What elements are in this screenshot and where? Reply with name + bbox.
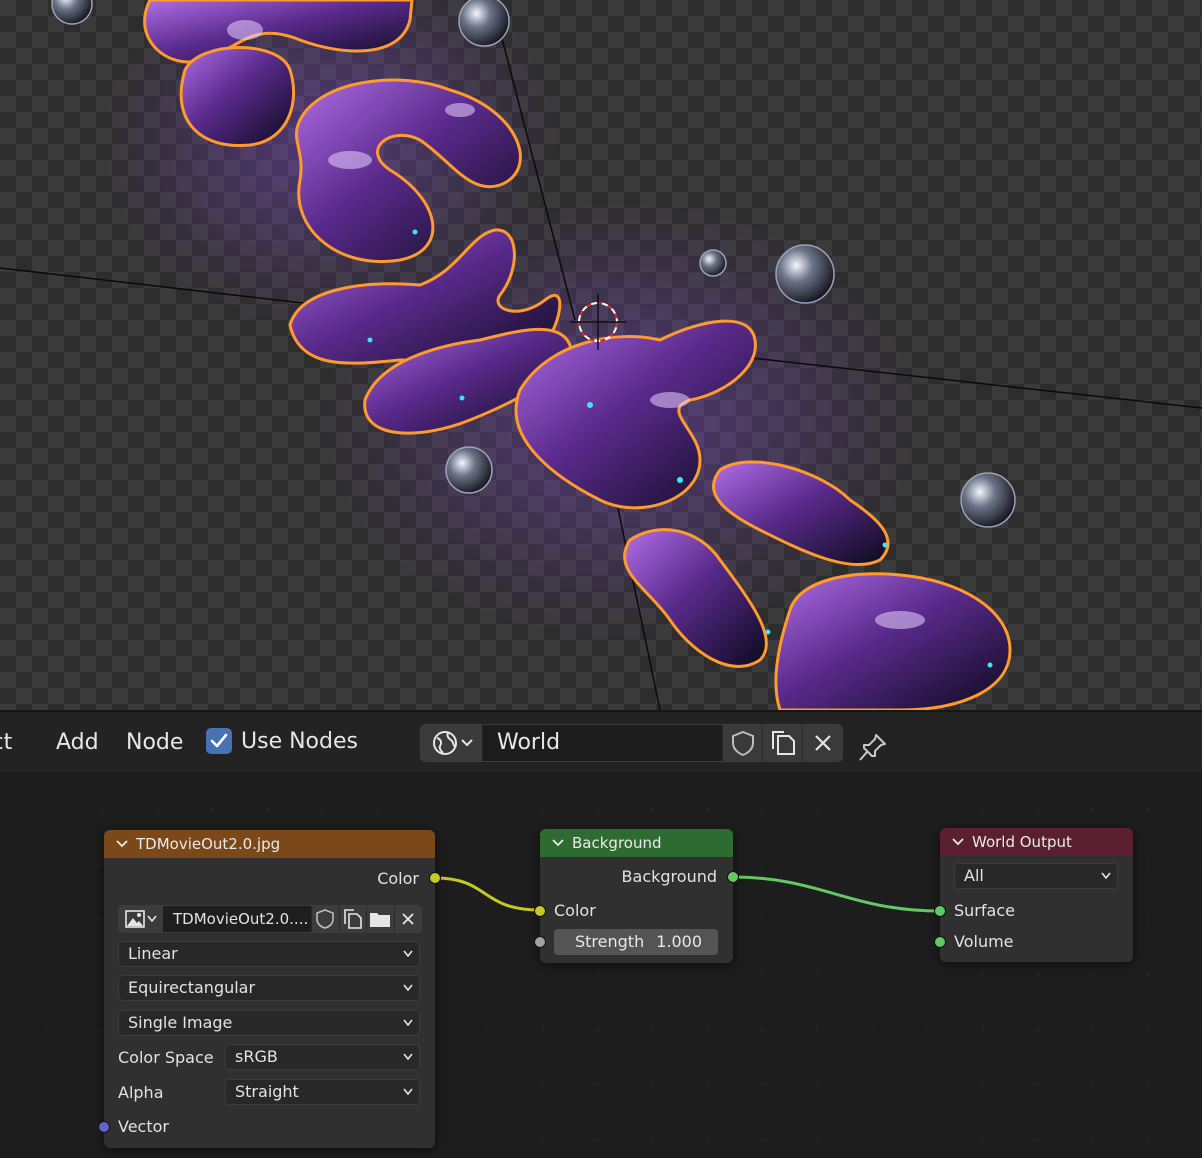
alpha-value: Straight xyxy=(235,1082,299,1101)
fake-user-shield-icon xyxy=(731,730,754,756)
folder-icon xyxy=(370,913,391,927)
strength-label: Strength xyxy=(575,932,645,951)
chevron-down-icon[interactable] xyxy=(552,837,564,849)
node-editor-header: ect Add Node Use Nodes World xyxy=(0,710,1202,772)
interpolation-value: Linear xyxy=(128,944,178,963)
close-icon xyxy=(814,735,831,751)
unlink-button[interactable] xyxy=(802,725,842,761)
color-space-label: Color Space xyxy=(118,1048,214,1067)
chevron-down-icon[interactable] xyxy=(116,838,128,850)
chevron-down-icon xyxy=(403,1088,413,1096)
chevron-down-icon xyxy=(403,1053,413,1061)
chevron-down-icon xyxy=(403,984,413,992)
pin-icon[interactable] xyxy=(858,732,888,762)
fake-user-button[interactable] xyxy=(722,725,762,761)
menu-add[interactable]: Add xyxy=(56,730,99,755)
image-texture-node[interactable]: TDMovieOut2.0.jpg Color TDMovieOut2.0...… xyxy=(98,830,441,1148)
image-duplicate-button[interactable] xyxy=(338,906,366,932)
image-datablock-selector: TDMovieOut2.0.... xyxy=(118,905,422,933)
source-value: Single Image xyxy=(128,1013,233,1032)
image-icon xyxy=(125,910,145,928)
color-space-value: sRGB xyxy=(235,1047,278,1066)
background-output-socket[interactable] xyxy=(727,871,739,883)
world-output-node-title: World Output xyxy=(972,833,1072,851)
target-dropdown[interactable]: All xyxy=(954,863,1118,889)
chevron-down-icon xyxy=(147,915,157,923)
background-node[interactable]: Background Background Color Strength 1.0… xyxy=(534,829,739,963)
strength-input-socket[interactable] xyxy=(534,936,546,948)
checkmark-icon xyxy=(210,733,228,748)
chevron-down-icon xyxy=(1101,872,1111,880)
color-output-label: Color xyxy=(377,869,419,888)
target-value: All xyxy=(964,866,984,885)
image-fake-user-button[interactable] xyxy=(311,906,339,932)
world-browse-button[interactable] xyxy=(421,725,483,761)
image-node-title: TDMovieOut2.0.jpg xyxy=(136,835,281,853)
volume-input-label: Volume xyxy=(954,932,1014,951)
node-canvas[interactable]: TDMovieOut2.0.jpg Color TDMovieOut2.0...… xyxy=(0,772,1202,1158)
menu-node[interactable]: Node xyxy=(126,730,183,755)
image-open-button[interactable] xyxy=(366,906,394,932)
vector-input-label: Vector xyxy=(118,1117,169,1136)
background-output-label: Background xyxy=(621,867,717,886)
chevron-down-icon xyxy=(403,1019,413,1027)
image-node-header[interactable]: TDMovieOut2.0.jpg xyxy=(104,830,435,858)
chevron-down-icon xyxy=(460,739,473,747)
use-nodes-checkbox[interactable] xyxy=(206,728,232,754)
alpha-label: Alpha xyxy=(118,1083,164,1102)
world-output-node[interactable]: World Output All Surface Volume xyxy=(934,828,1133,962)
color-input-socket[interactable] xyxy=(534,905,546,917)
world-name-field[interactable]: World xyxy=(483,725,722,761)
background-node-header[interactable]: Background xyxy=(540,829,733,857)
fake-user-shield-icon xyxy=(316,909,335,929)
volume-input-socket[interactable] xyxy=(934,936,946,948)
3d-viewport[interactable] xyxy=(0,0,1202,710)
color-output-socket[interactable] xyxy=(429,872,441,884)
interpolation-dropdown[interactable]: Linear xyxy=(118,941,420,967)
projection-dropdown[interactable]: Equirectangular xyxy=(118,975,420,1001)
alpha-dropdown[interactable]: Straight xyxy=(225,1079,420,1105)
world-output-node-header[interactable]: World Output xyxy=(940,828,1133,856)
image-browse-button[interactable] xyxy=(119,906,163,932)
projection-value: Equirectangular xyxy=(128,978,256,997)
link-color-to-color xyxy=(434,876,541,912)
use-nodes-toggle[interactable]: Use Nodes xyxy=(206,728,358,754)
close-icon xyxy=(402,913,414,925)
source-dropdown[interactable]: Single Image xyxy=(118,1010,420,1036)
chevron-down-icon xyxy=(403,950,413,958)
link-background-to-surface xyxy=(732,875,941,913)
image-name-field[interactable]: TDMovieOut2.0.... xyxy=(163,906,311,932)
strength-field[interactable]: Strength 1.000 xyxy=(554,929,718,955)
world-icon xyxy=(432,731,457,755)
use-nodes-label: Use Nodes xyxy=(241,728,358,754)
chevron-down-icon[interactable] xyxy=(952,836,964,848)
color-space-dropdown[interactable]: sRGB xyxy=(225,1044,420,1070)
background-node-title: Background xyxy=(572,834,662,852)
color-input-label: Color xyxy=(554,901,596,920)
duplicate-icon xyxy=(771,731,795,755)
strength-value: 1.000 xyxy=(656,932,702,951)
world-datablock-selector: World xyxy=(420,724,843,762)
duplicate-button[interactable] xyxy=(762,725,802,761)
viewport-scene xyxy=(0,0,1202,710)
vector-input-socket[interactable] xyxy=(98,1121,110,1133)
duplicate-icon xyxy=(343,909,362,929)
image-unlink-button[interactable] xyxy=(393,906,421,932)
surface-input-socket[interactable] xyxy=(934,905,946,917)
surface-input-label: Surface xyxy=(954,901,1015,920)
menu-select[interactable]: ect xyxy=(0,730,12,755)
